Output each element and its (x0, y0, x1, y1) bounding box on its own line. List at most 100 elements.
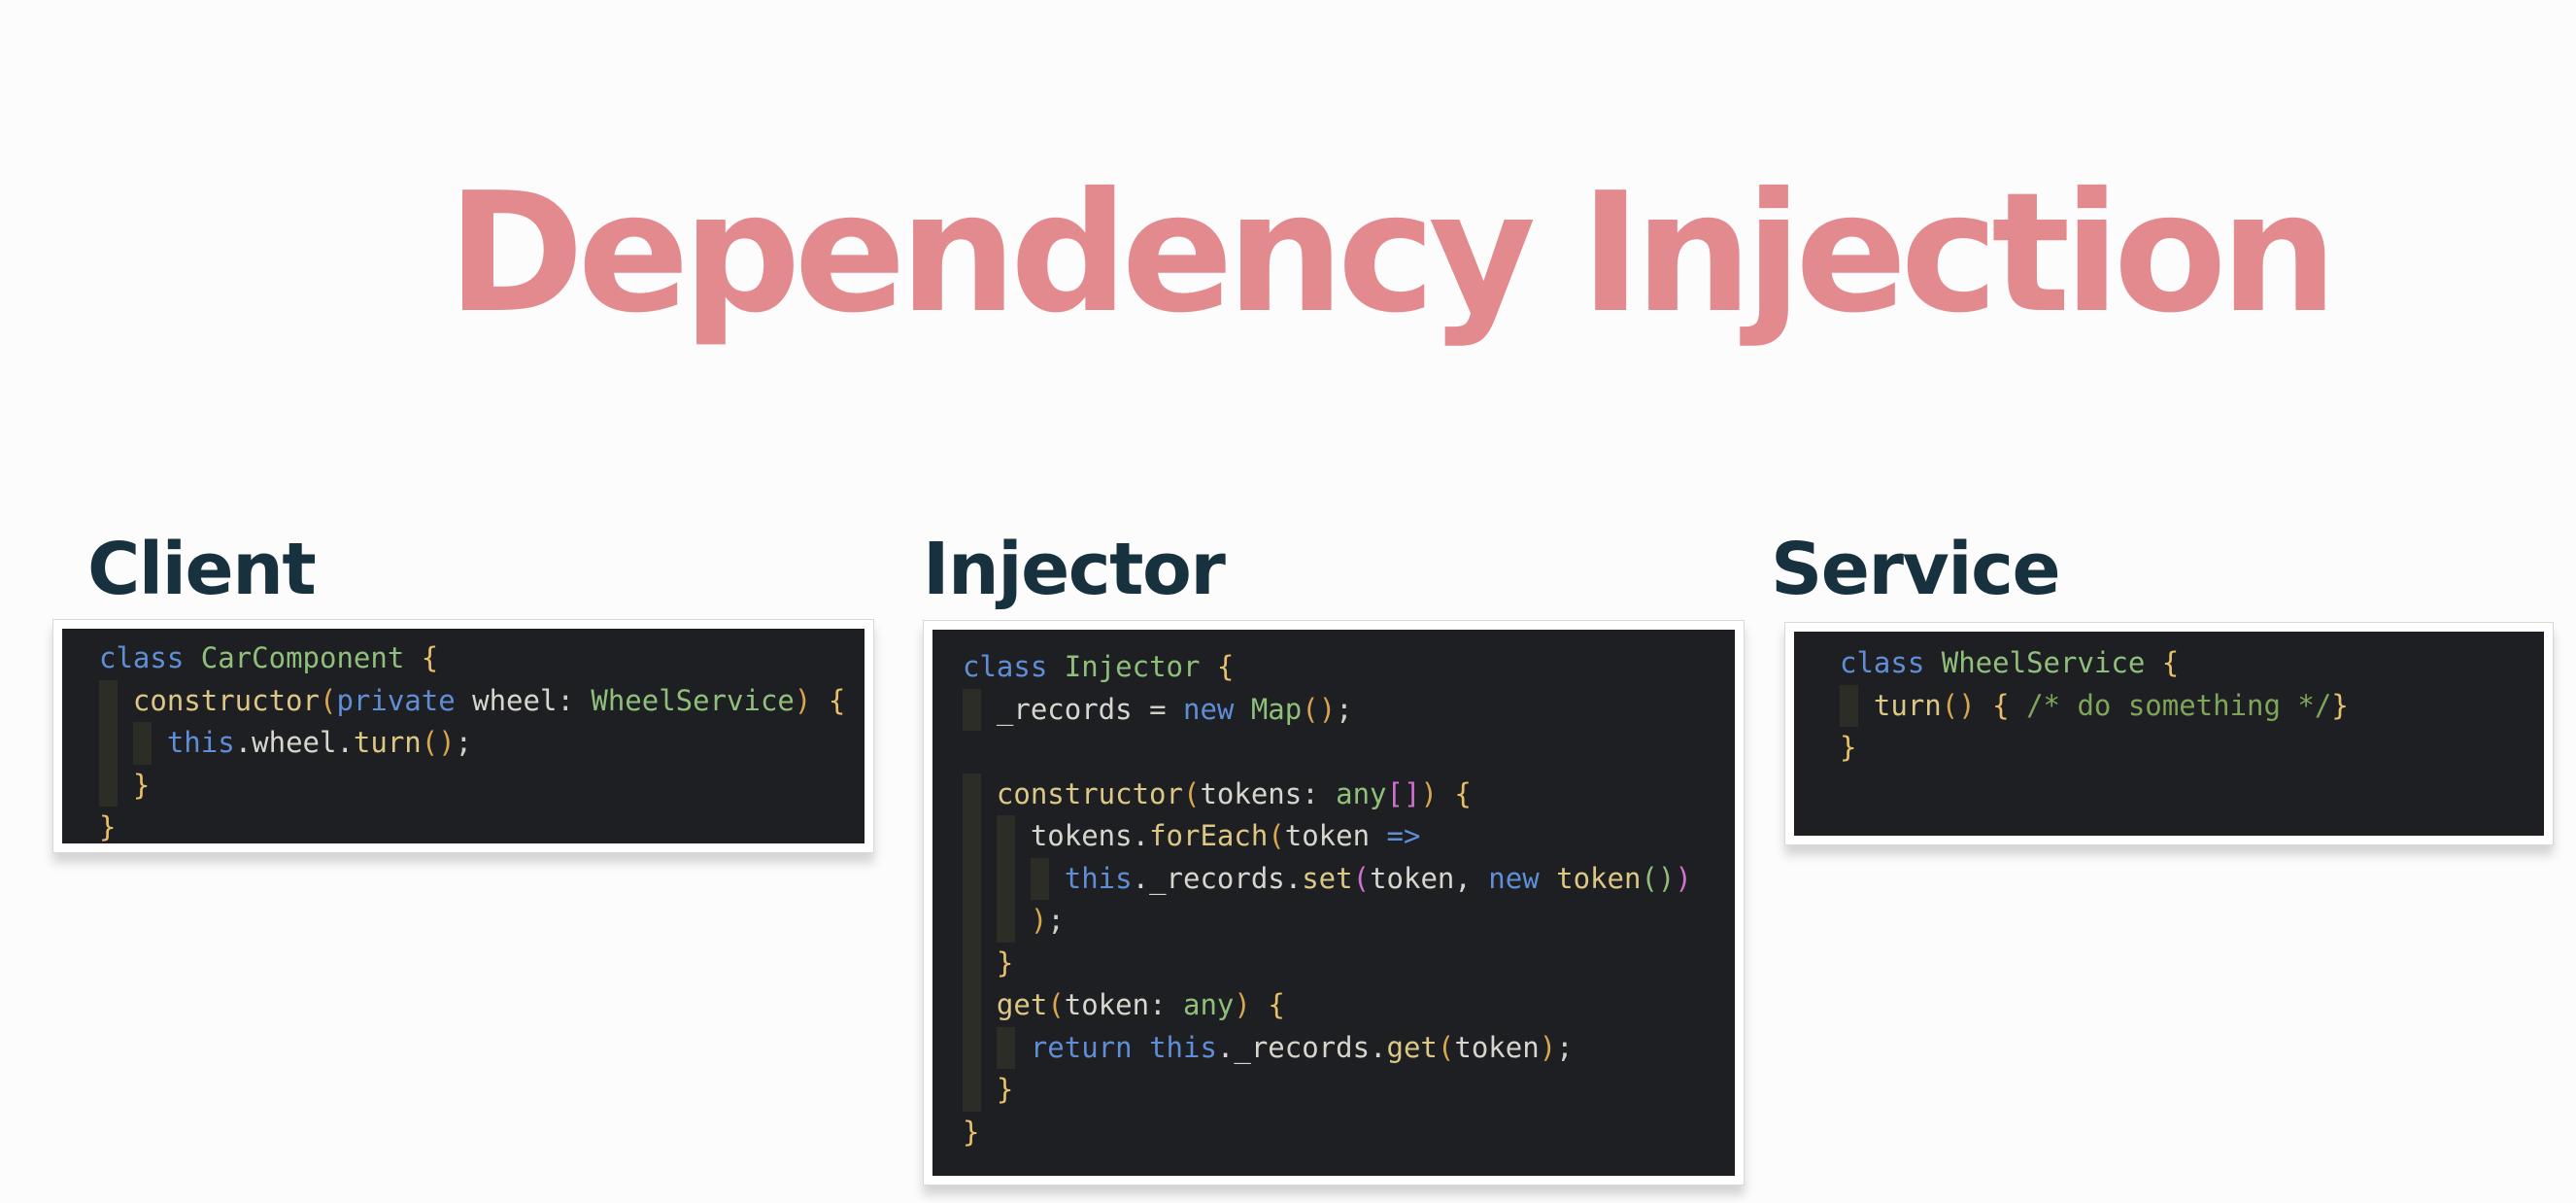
code-token: token (1284, 819, 1371, 852)
service-heading: Service (1771, 528, 2061, 612)
code-token: ._records. (1216, 1030, 1387, 1064)
code-line: constructor(private wheel: WheelService)… (99, 679, 846, 722)
code-token: /* do something */ (2009, 688, 2332, 722)
code-token: } (1840, 731, 1857, 764)
code-token: () (1641, 861, 1676, 895)
code-line: _records = new Map(); (963, 688, 1692, 731)
code-token: ( (1352, 861, 1371, 895)
code-token: } (99, 810, 117, 843)
service-code-panel: class WheelService { turn() { /* do some… (1794, 632, 2544, 836)
code-token: { (2161, 646, 2180, 679)
code-token: new (1488, 861, 1557, 895)
code-token: { (1216, 650, 1235, 683)
code-line: turn() { /* do something */} (1840, 684, 2349, 727)
code-token: : (1302, 776, 1337, 810)
client-heading: Client (87, 528, 317, 612)
code-token: constructor (996, 776, 1183, 810)
code-token: private (336, 683, 473, 717)
code-line: class Injector { (963, 646, 1692, 689)
service-code-card: class WheelService { turn() { /* do some… (1784, 622, 2554, 845)
code-token: new (1183, 692, 1251, 726)
code-token: ; (455, 726, 473, 759)
client-code-panel: class CarComponent { constructor(private… (62, 629, 864, 843)
code-token: token (1064, 988, 1150, 1021)
code-token: = (1132, 692, 1183, 726)
code-line: get(token: any) { (963, 984, 1692, 1027)
code-token: ( (319, 683, 337, 717)
code-token: Map (1250, 692, 1303, 726)
code-token: class (1840, 646, 1942, 679)
code-line: tokens.forEach(token => (963, 815, 1692, 858)
code-line: constructor(tokens: any[]) { (963, 773, 1692, 815)
code-token: _records (996, 692, 1133, 726)
code-token: .wheel. (234, 726, 354, 759)
code-token: { (1992, 688, 2010, 722)
code-line: } (963, 942, 1692, 984)
code-token: [] (1386, 776, 1421, 810)
code-token: ._records. (1132, 861, 1303, 895)
code-token: return (1030, 1030, 1150, 1064)
code-token: ) (1539, 1030, 1557, 1064)
code-line: } (99, 807, 845, 843)
code-token: tokens (1200, 776, 1303, 810)
code-token: { (1454, 776, 1472, 810)
code-token: } (132, 768, 151, 802)
code-token: token (1556, 861, 1642, 895)
code-line: ); (963, 900, 1692, 943)
code-line: class WheelService { (1840, 642, 2349, 685)
code-token: WheelService (1941, 646, 2146, 679)
code-line: } (1840, 727, 2349, 770)
code-token: : (557, 683, 592, 717)
code-token: ( (1047, 988, 1065, 1021)
code-token: forEach (1149, 819, 1269, 852)
code-token: Injector (1064, 650, 1201, 683)
service-code-block: class WheelService { turn() { /* do some… (1840, 642, 2349, 770)
slide-title: Dependency Injection (447, 156, 2337, 350)
code-token: ; (1336, 692, 1353, 726)
code-token: this (166, 726, 235, 759)
code-token: () (1941, 688, 1976, 722)
code-token: } (963, 1115, 980, 1149)
code-token: wheel (472, 683, 558, 717)
code-line: class CarComponent { (99, 637, 845, 680)
code-token: WheelService (591, 683, 795, 717)
code-line: } (963, 1112, 1692, 1154)
code-token: { (828, 683, 846, 717)
code-token: get (996, 988, 1048, 1021)
code-token: class (963, 650, 1065, 683)
code-line: this.wheel.turn(); (99, 722, 845, 765)
code-token: ( (1437, 1030, 1455, 1064)
injector-code-panel: class Injector { _records = new Map(); c… (932, 630, 1735, 1176)
code-token: CarComponent (200, 641, 405, 674)
code-token: token, (1370, 861, 1489, 895)
code-token: => (1370, 819, 1421, 852)
code-token: turn (1873, 688, 1942, 722)
code-token: } (2331, 688, 2349, 722)
code-token: ) (1234, 988, 1251, 1021)
code-token: () (1302, 692, 1337, 726)
injector-heading: Injector (923, 528, 1226, 612)
code-token: { (421, 641, 439, 674)
code-line: this._records.set(token, new token()) (963, 857, 1692, 900)
injector-code-block: class Injector { _records = new Map(); c… (963, 646, 1692, 1153)
code-token: ) (794, 683, 812, 717)
code-token: any (1336, 776, 1387, 810)
